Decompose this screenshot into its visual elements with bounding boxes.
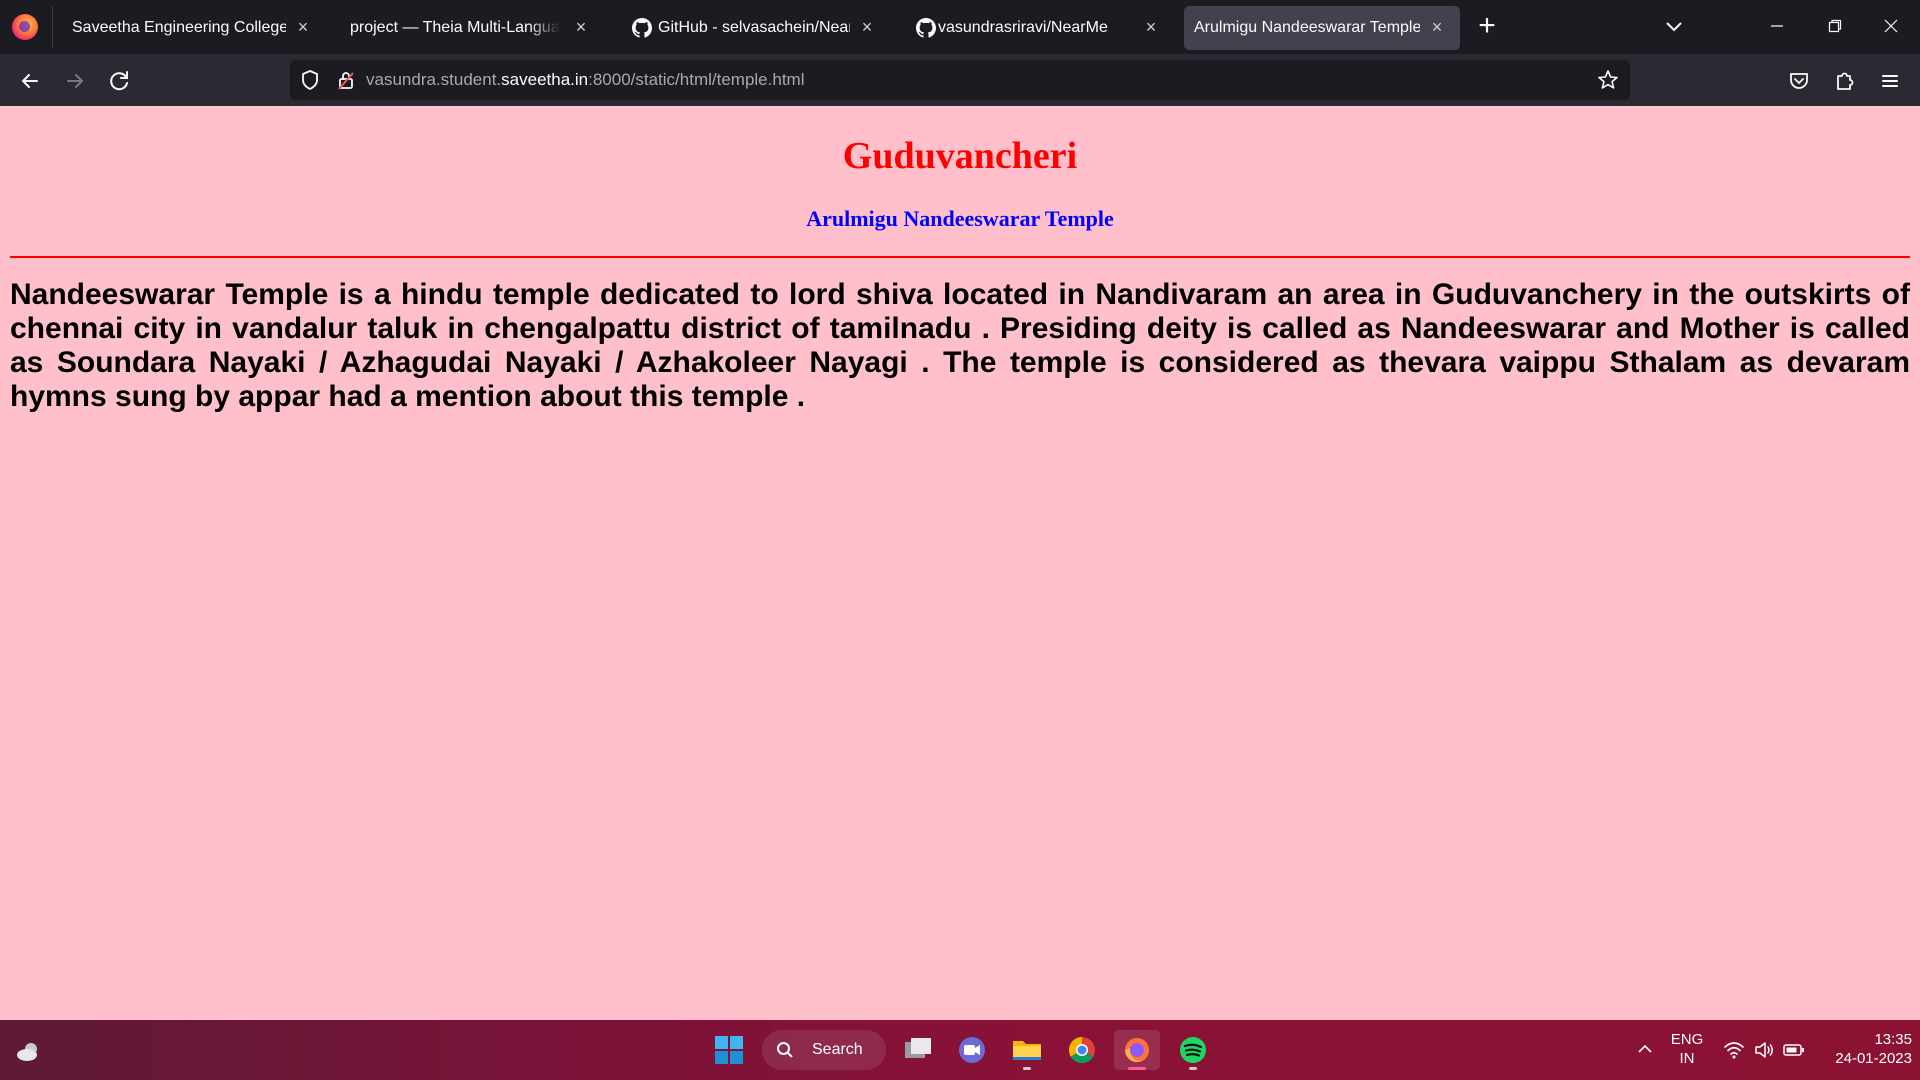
input-language-indicator[interactable]: ENG IN [1662,1030,1712,1068]
tab-github-vasundrasriravi[interactable]: vasundrasriravi/NearMe × [904,6,1174,50]
spotify-icon[interactable] [1170,1030,1216,1070]
github-icon [632,18,652,38]
page-subheading: Arulmigu Nandeeswarar Temple [806,206,1114,231]
tab-theia-project[interactable]: project — Theia Multi-Language Explorer … [334,6,604,50]
insecure-lock-icon[interactable] [334,68,358,92]
battery-icon[interactable] [1783,1042,1805,1058]
hamburger-menu-icon[interactable] [1875,66,1905,96]
list-all-tabs-chevron-icon[interactable] [1660,14,1688,40]
system-clock[interactable]: 13:35 24-01-2023 [1812,1030,1912,1068]
close-window-icon[interactable] [1876,12,1906,42]
extensions-puzzle-icon[interactable] [1830,66,1860,96]
windows-taskbar: Search ENG IN 13:35 24-01-2023 [0,1020,1920,1080]
task-view-icon[interactable] [895,1030,941,1070]
taskbar-search-button[interactable]: Search [762,1030,886,1070]
app-running-indicator [1189,1067,1197,1070]
clock-date: 24-01-2023 [1835,1050,1912,1067]
teams-chat-icon[interactable] [949,1030,995,1070]
close-icon[interactable]: × [858,17,876,37]
tab-saveetha[interactable]: Saveetha Engineering College × [56,6,326,50]
wifi-icon[interactable] [1723,1040,1745,1060]
tab-title: GitHub - selvasachein/NearMe [658,19,850,36]
back-arrow-icon[interactable] [15,66,45,96]
weather-widget-icon[interactable] [14,1036,44,1066]
app-running-indicator [1023,1067,1031,1070]
tab-arulmigu-temple[interactable]: Arulmigu Nandeeswarar Temple × [1184,6,1460,50]
pocket-icon[interactable] [1784,66,1814,96]
reload-icon[interactable] [105,66,135,96]
tab-title: project — Theia Multi-Language Explorer [350,19,560,36]
language-code: ENG [1670,1031,1704,1048]
restore-icon[interactable] [1820,12,1850,42]
url-host: saveetha.in [501,70,589,89]
url-prefix: vasundra.student. [366,70,502,89]
app-active-indicator [1128,1067,1146,1070]
firefox-logo-icon[interactable] [12,14,38,40]
close-icon[interactable]: × [294,17,312,37]
file-explorer-icon[interactable] [1004,1030,1050,1070]
github-icon [916,18,936,38]
tab-divider [52,6,53,48]
clock-time: 13:35 [1874,1031,1912,1048]
page-content: Guduvancheri Arulmigu Nandeeswarar Templ… [0,106,1920,1020]
search-label: Search [812,1041,863,1058]
windows-start-icon[interactable] [706,1030,752,1070]
address-bar[interactable]: vasundra.student.saveetha.in:8000/static… [290,60,1630,100]
tab-strip: Saveetha Engineering College × project —… [0,0,1920,54]
navigation-toolbar: vasundra.student.saveetha.in:8000/static… [0,54,1920,106]
url-text[interactable]: vasundra.student.saveetha.in:8000/static… [366,70,804,90]
bookmark-star-icon[interactable] [1596,68,1620,92]
tab-github-selvasachein[interactable]: GitHub - selvasachein/NearMe × [620,6,890,50]
page-heading: Guduvancheri [842,135,1078,177]
close-icon[interactable]: × [1428,17,1446,37]
url-suffix: :8000/static/html/temple.html [588,70,805,89]
temple-description: Nandeeswarar Temple is a hindu temple de… [10,278,1910,413]
tab-title: Saveetha Engineering College [72,19,286,36]
volume-icon[interactable] [1753,1040,1775,1060]
chrome-icon[interactable] [1059,1030,1105,1070]
close-icon[interactable]: × [572,17,590,37]
search-icon [777,1042,793,1058]
close-icon[interactable]: × [1142,17,1160,37]
horizontal-rule [10,256,1910,258]
tab-title: vasundrasriravi/NearMe [938,19,1108,36]
minimize-icon[interactable] [1762,12,1792,42]
tab-title: Arulmigu Nandeeswarar Temple [1194,19,1420,36]
show-hidden-icons-chevron-icon[interactable] [1636,1040,1654,1058]
forward-arrow-icon[interactable] [60,66,90,96]
new-tab-plus-icon[interactable]: + [1474,11,1500,42]
region-code: IN [1679,1050,1695,1067]
firefox-icon[interactable] [1114,1030,1160,1070]
shield-icon[interactable] [298,68,322,92]
